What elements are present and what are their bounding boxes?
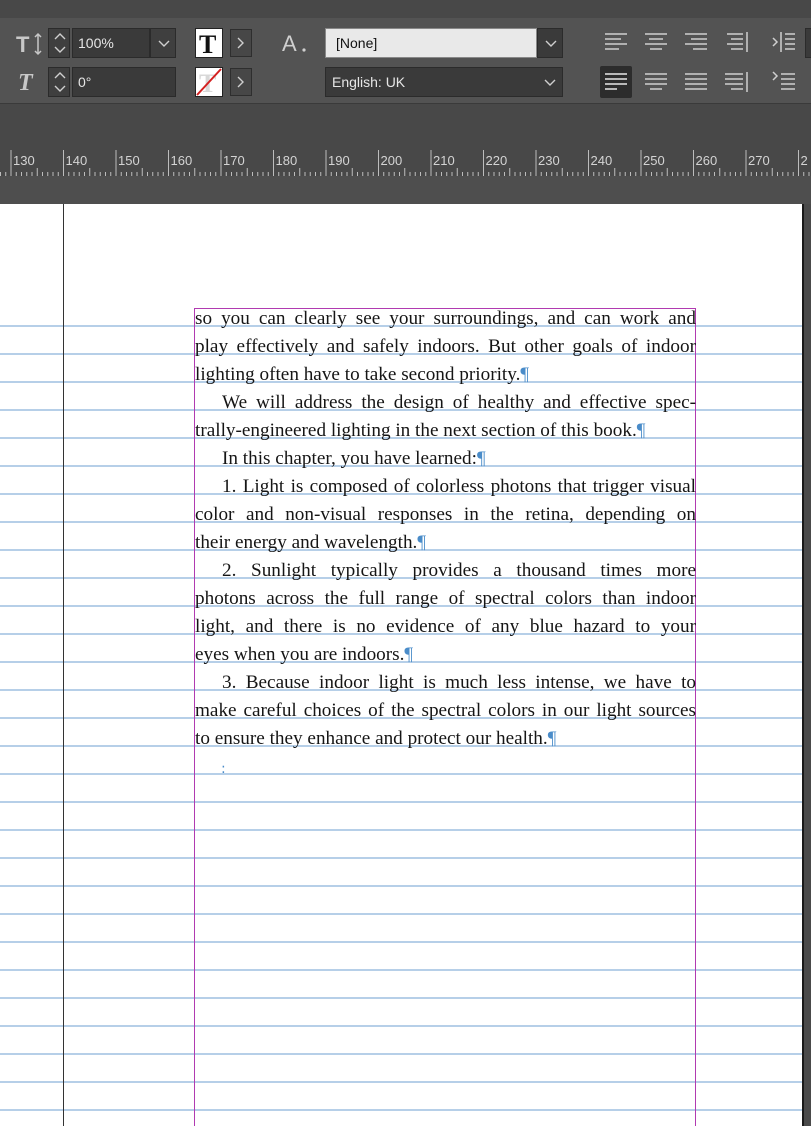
text-line: 2. Sunlight typically provides a thousan…	[222, 560, 696, 581]
pilcrow-mark: ¶	[547, 728, 557, 749]
skew-icon: T	[14, 68, 44, 100]
svg-text:A: A	[282, 31, 297, 56]
svg-text:T: T	[199, 30, 216, 57]
language-chevron-icon	[544, 79, 556, 86]
language-dropdown[interactable]: English: UK	[325, 67, 563, 97]
ruler-label: 220	[486, 153, 508, 168]
text-line: to ensure they enhance and protect our h…	[195, 728, 557, 749]
vertical-scale-dropdown[interactable]	[150, 28, 176, 58]
ruler-label: 270	[748, 153, 770, 168]
align-right-icon[interactable]	[683, 30, 709, 54]
skew-stepper[interactable]	[48, 67, 70, 97]
vertical-scale-stepper[interactable]	[48, 28, 70, 58]
pilcrow-mark: ¶	[476, 448, 486, 469]
ruler-label: 2	[801, 153, 808, 168]
panel-empty-area	[0, 104, 811, 150]
ruler-label: 210	[433, 153, 455, 168]
text-line: We will address the design of healthy an…	[222, 392, 696, 413]
svg-text:T: T	[18, 70, 34, 96]
panel-title-strip	[0, 0, 811, 18]
ruler-label: 260	[696, 153, 718, 168]
pilcrow-mark: ¶	[636, 420, 646, 441]
vertical-scale-field[interactable]: 100%	[72, 28, 150, 58]
text-line: make careful choices of the spectral col…	[195, 700, 696, 721]
align-towards-spine-icon[interactable]	[723, 30, 749, 54]
ruler-label: 190	[328, 153, 350, 168]
justify-right-icon[interactable]	[723, 70, 749, 94]
text-line: photons across the full range of spectra…	[195, 588, 696, 609]
svg-text:T: T	[16, 32, 30, 57]
ruler-label: 230	[538, 153, 560, 168]
pilcrow-mark: ¶	[520, 364, 530, 385]
ruler-label: 160	[171, 153, 193, 168]
justify-center-icon[interactable]	[643, 70, 669, 94]
fill-swatch[interactable]: T	[195, 28, 223, 58]
fill-options-button[interactable]	[230, 29, 252, 57]
stroke-options-button[interactable]	[230, 68, 252, 96]
ruler-label: 150	[118, 153, 140, 168]
text-line: eyes when you are indoors.¶	[195, 644, 414, 665]
text-line: lighting often have to take second prior…	[195, 364, 530, 385]
control-panel: T 100% T 0° T T A [None] English: UK	[0, 0, 811, 104]
first-line-indent-icon[interactable]	[771, 70, 797, 94]
ruler-label: 240	[591, 153, 613, 168]
ruler-label: 180	[276, 153, 298, 168]
ruler-label: 170	[223, 153, 245, 168]
panel-overflow-edge	[805, 28, 811, 58]
text-line: In this chapter, you have learned:¶	[222, 448, 486, 469]
character-style-dropdown[interactable]: [None]	[325, 28, 537, 58]
text-line: so you can clearly see your surroundings…	[195, 308, 696, 329]
margin-guide	[63, 204, 64, 1126]
character-style-icon: A	[280, 30, 314, 62]
page-edge	[802, 204, 811, 1126]
pilcrow-mark: ¶	[417, 532, 427, 553]
align-left-icon[interactable]	[603, 30, 629, 54]
text-line: 3. Because indoor light is much less int…	[222, 672, 696, 693]
skew-field[interactable]: 0°	[72, 67, 176, 97]
stroke-swatch[interactable]: T	[195, 67, 223, 97]
end-of-story-marker: :	[221, 761, 226, 777]
vertical-scale-icon: T	[12, 30, 42, 62]
text-line: light, and there is no evidence of any b…	[195, 616, 696, 637]
ruler-label: 200	[381, 153, 403, 168]
justify-left-icon[interactable]	[600, 66, 632, 98]
align-center-icon[interactable]	[643, 30, 669, 54]
text-line: play effectively and safely indoors. But…	[195, 336, 696, 357]
character-style-dropdown-arrow[interactable]	[537, 28, 563, 58]
ruler-label: 250	[643, 153, 665, 168]
text-line: their energy and wavelength.¶	[195, 532, 427, 553]
pilcrow-mark: ¶	[404, 644, 414, 665]
text-line: color and non-visual responses in the re…	[195, 504, 696, 525]
justify-all-icon[interactable]	[683, 70, 709, 94]
horizontal-ruler[interactable]: 130 140 150 160 170 180 190 200 210 220 230 240 250 2…	[0, 150, 811, 177]
text-line: 1. Light is composed of colorless photon…	[222, 476, 696, 497]
text-line: trally-engineered lighting in the next s…	[195, 420, 646, 441]
ruler-label: 140	[66, 153, 88, 168]
ruler-label: 130	[13, 153, 35, 168]
left-indent-icon[interactable]	[771, 30, 797, 54]
